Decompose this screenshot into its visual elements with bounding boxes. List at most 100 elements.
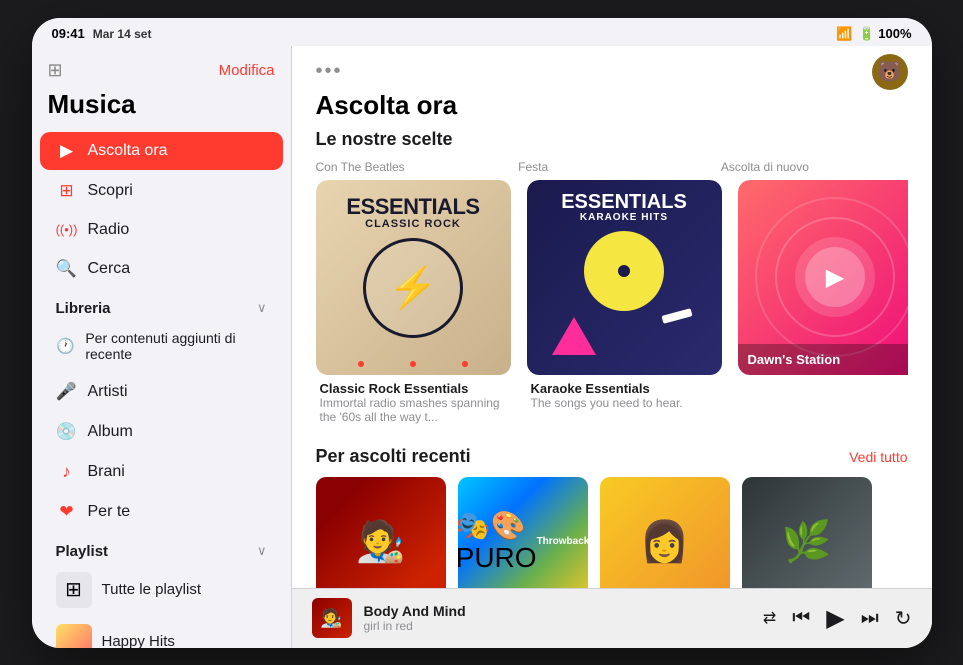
inner-ring (795, 237, 875, 317)
mini-player-title: Body And Mind (364, 603, 751, 619)
app-title: Musica (32, 89, 291, 132)
sidebar-item-search[interactable]: 🔍 Cerca (40, 250, 283, 288)
dawns-cover: ▶ Dawn's Station (738, 180, 908, 375)
classic-rock-title: Classic Rock Essentials (320, 381, 507, 396)
recent-title: Per ascolti recenti (316, 446, 471, 467)
sidebar-item-listen-now[interactable]: ▶ Ascolta ora (40, 132, 283, 170)
column-labels: Con The Beatles Festa Ascolta di nuovo (316, 160, 908, 174)
shuffle-button[interactable]: ⇄ (763, 608, 776, 628)
recent-thumb-4: 🌿 (742, 477, 872, 588)
battery-icon: 🔋 100% (858, 26, 911, 42)
dots-menu[interactable]: ••• (316, 60, 343, 83)
dawns-station-label: Dawn's Station (738, 344, 908, 375)
sidebar-item-albums[interactable]: 💿 Album (40, 413, 283, 451)
classic-rock-subtitle: Immortal radio smashes spanning the '60s… (320, 396, 507, 424)
all-playlists-icon: ⊞ (56, 572, 92, 608)
play-icon: ▶ (56, 141, 78, 161)
recent-thumb-3: 👩 (600, 477, 730, 588)
sidebar-toggle-icon[interactable]: ⊞ (48, 60, 63, 81)
lightning-circle: ⚡ (363, 238, 463, 338)
sidebar-header: ⊞ Modifica (32, 56, 291, 89)
recent-thumb-1: 🧑‍🎨 (316, 477, 446, 588)
discover-label: Scopri (88, 182, 133, 200)
karaoke-title-text: Karaoke Essentials (531, 381, 718, 396)
album-figure-3: 👩 (600, 477, 730, 588)
mini-player-thumb: 🧑‍🎨 (312, 598, 352, 638)
playlist-section-header: Playlist ∨ (32, 533, 291, 564)
featured-section-header: Le nostre scelte (316, 129, 908, 150)
karaoke-essentials-title: ESSENTIALS KARAOKE HITS (561, 192, 687, 223)
mini-player[interactable]: 🧑‍🎨 Body And Mind girl in red ⇄ ⏮ ▶ ⏭ ↻ (292, 588, 932, 648)
mini-player-info: Body And Mind girl in red (364, 603, 751, 633)
repeat-button[interactable]: ↻ (895, 606, 912, 631)
status-time: 09:41 (52, 26, 85, 41)
featured-cards-row: ESSENTIALS CLASSIC ROCK ⚡ (316, 180, 908, 426)
wifi-icon: 📶 (836, 26, 852, 42)
listen-now-label: Ascolta ora (88, 142, 168, 160)
recent-albums-row: 🧑‍🎨 🎭🎨PUROThrowback 👩 (316, 477, 908, 588)
sidebar-item-discover[interactable]: ⊞ Scopri (40, 172, 283, 210)
recent-album-1[interactable]: 🧑‍🎨 (316, 477, 446, 588)
classic-rock-labels: Classic Rock Essentials Immortal radio s… (316, 375, 511, 426)
playlist-label: Playlist (56, 543, 109, 560)
page-title: Ascolta ora (292, 90, 932, 129)
happy-hits-thumb (56, 624, 92, 648)
featured-title: Le nostre scelte (316, 129, 453, 149)
disc-icon: 💿 (56, 422, 78, 442)
modify-button[interactable]: Modifica (219, 62, 275, 79)
classic-rock-cover: ESSENTIALS CLASSIC ROCK ⚡ (316, 180, 511, 375)
recent-album-2[interactable]: 🎭🎨PUROThrowback (458, 477, 588, 588)
radio-icon: ((•)) (56, 222, 78, 237)
all-playlists-label: Tutte le playlist (102, 581, 202, 598)
playlist-chevron[interactable]: ∨ (257, 543, 267, 559)
for-you-label: Per te (88, 503, 131, 521)
library-section-header: Libreria ∨ (32, 290, 291, 321)
album-figure-4: 🌿 (742, 477, 872, 588)
card-classic-rock[interactable]: ESSENTIALS CLASSIC ROCK ⚡ (316, 180, 511, 426)
clock-icon: 🕐 (56, 337, 76, 355)
sidebar-item-artists[interactable]: 🎤 Artisti (40, 373, 283, 411)
lightning-icon: ⚡ (388, 264, 438, 311)
main-content: ••• 🐻 Ascolta ora Le nostre scelte Con T… (292, 46, 932, 648)
white-rect (661, 308, 692, 323)
sidebar-item-songs[interactable]: ♪ Brani (40, 453, 283, 491)
note-icon: ♪ (56, 462, 78, 482)
songs-label: Brani (88, 463, 125, 481)
main-top-bar: ••• 🐻 (292, 46, 932, 90)
col1-label: Con The Beatles (316, 160, 503, 174)
prev-button[interactable]: ⏮ (792, 607, 810, 630)
karaoke-disc (584, 231, 664, 311)
grid-icon: ⊞ (56, 181, 78, 201)
album-figure-1: 🧑‍🎨 (316, 477, 446, 588)
status-date: Mar 14 set (93, 27, 152, 41)
karaoke-cover: ESSENTIALS KARAOKE HITS (527, 180, 722, 375)
happy-hits-label: Happy Hits (102, 633, 175, 648)
recent-thumb-2: 🎭🎨PUROThrowback (458, 477, 588, 588)
red-dots (316, 361, 511, 367)
card-dawns-station[interactable]: ▶ Dawn's Station (738, 180, 908, 426)
heart-icon: ❤ (56, 502, 78, 522)
karaoke-labels: Karaoke Essentials The songs you need to… (527, 375, 722, 412)
search-icon: 🔍 (56, 259, 78, 279)
recent-added-label: Per contenuti aggiunti di recente (85, 330, 266, 362)
scroll-area: Le nostre scelte Con The Beatles Festa A… (292, 129, 932, 588)
recent-album-4[interactable]: 🌿 (742, 477, 872, 588)
play-button[interactable]: ▶ (826, 604, 844, 633)
library-chevron[interactable]: ∨ (257, 300, 267, 316)
see-all-button[interactable]: Vedi tutto (849, 449, 907, 465)
sidebar-item-radio[interactable]: ((•)) Radio (40, 212, 283, 248)
user-avatar[interactable]: 🐻 (872, 54, 908, 90)
library-label: Libreria (56, 300, 111, 317)
radio-label: Radio (88, 221, 130, 239)
next-button[interactable]: ⏭ (861, 607, 879, 630)
recent-section-header: Per ascolti recenti Vedi tutto (316, 446, 908, 467)
sidebar-item-all-playlists[interactable]: ⊞ Tutte le playlist (40, 564, 283, 616)
card-karaoke[interactable]: ESSENTIALS KARAOKE HITS (527, 180, 722, 426)
sidebar-item-for-you[interactable]: ❤ Per te (40, 493, 283, 531)
sidebar-item-happy-hits[interactable]: Happy Hits (40, 616, 283, 648)
albums-label: Album (88, 423, 133, 441)
sidebar-item-recent-added[interactable]: 🕐 Per contenuti aggiunti di recente (40, 321, 283, 371)
mini-player-artist: girl in red (364, 619, 751, 633)
artists-label: Artisti (88, 383, 128, 401)
recent-album-3[interactable]: 👩 (600, 477, 730, 588)
